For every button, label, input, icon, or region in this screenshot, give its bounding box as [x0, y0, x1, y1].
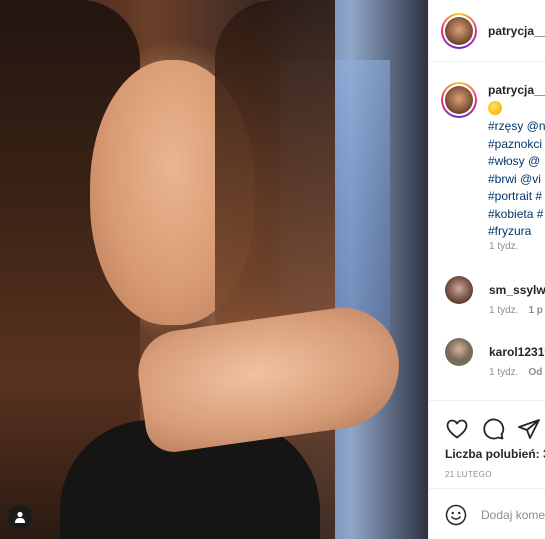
smiling-face-emoji	[488, 101, 502, 115]
comment-meta: 1 tydz. 1 p	[489, 305, 543, 316]
post-date: 21 LUTEGO	[445, 470, 492, 479]
caption: patrycja__ #rzęsy @n #paznokci #włosy @ …	[441, 82, 545, 241]
paper-plane-icon	[518, 419, 540, 439]
hashtag[interactable]: #fryzura	[488, 223, 545, 241]
reply-link[interactable]: Od	[528, 367, 542, 378]
hashtag[interactable]: #portrait #	[488, 188, 545, 206]
comment-meta: 1 tydz. Od	[489, 367, 542, 378]
post-photo[interactable]	[0, 0, 428, 539]
heart-icon	[446, 419, 468, 439]
caption-avatar[interactable]	[441, 82, 477, 118]
likes-count[interactable]: Liczba polubień: 3	[445, 447, 545, 461]
comment-item: sm_ssylwi	[445, 276, 545, 304]
hashtag[interactable]: #włosy @	[488, 153, 545, 171]
caption-username[interactable]: patrycja__	[488, 83, 545, 97]
like-button[interactable]	[445, 417, 469, 441]
user-tags-button[interactable]	[8, 505, 32, 529]
comment-button[interactable]	[481, 417, 505, 441]
comment-avatar[interactable]	[445, 276, 473, 304]
comment-likes-link[interactable]: 1 p	[528, 305, 542, 316]
caption-time: 1 tydz.	[489, 241, 519, 252]
person-icon	[15, 511, 25, 523]
comment-input[interactable]: Dodaj kome	[481, 508, 545, 522]
share-button[interactable]	[517, 417, 541, 441]
comment-username[interactable]: karol12319	[489, 345, 545, 359]
comment-item: karol12319	[445, 338, 545, 366]
hashtag[interactable]: #paznokci	[488, 136, 545, 154]
smile-icon	[445, 504, 467, 525]
comment-time: 1 tydz.	[489, 367, 519, 378]
emoji-button[interactable]	[445, 504, 467, 526]
post-actions: Liczba polubień: 3 21 LUTEGO Dodaj kome	[429, 400, 545, 539]
post-author-username[interactable]: patrycja__s	[488, 24, 545, 38]
comment-bubble-icon	[483, 418, 505, 440]
post-sidebar: patrycja__s patrycja__ #rzęsy @n #paznok…	[428, 0, 545, 539]
hashtag[interactable]: #kobieta #	[488, 206, 545, 224]
comment-time: 1 tydz.	[489, 305, 519, 316]
post-header: patrycja__s	[429, 0, 545, 62]
comment-avatar[interactable]	[445, 338, 473, 366]
hashtag[interactable]: #rzęsy @n	[488, 118, 545, 136]
comment-username[interactable]: sm_ssylwi	[489, 283, 545, 297]
hashtag[interactable]: #brwi @vi	[488, 171, 545, 189]
avatar[interactable]	[441, 12, 477, 49]
add-comment-bar: Dodaj kome	[429, 488, 545, 539]
